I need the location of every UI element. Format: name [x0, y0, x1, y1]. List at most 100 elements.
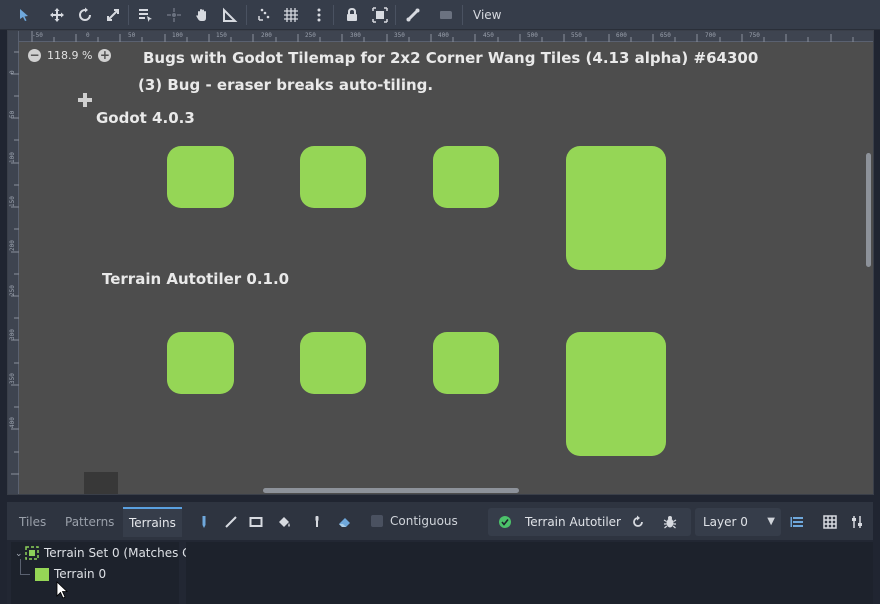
- terrain-autotiler-group: Terrain Autotiler: [488, 508, 691, 536]
- list-select-button[interactable]: [134, 4, 156, 26]
- terrain-tiles-area[interactable]: [186, 542, 873, 604]
- zoom-out-button[interactable]: −: [28, 48, 41, 62]
- pivot-tool-button[interactable]: [163, 4, 185, 26]
- check-circle-icon: [499, 516, 511, 528]
- tilemap-panel: Tiles Patterns Terrains Contiguous Terra…: [7, 502, 873, 604]
- eraser-icon: [339, 518, 350, 527]
- debug-button[interactable]: [660, 512, 680, 532]
- group-button[interactable]: [369, 4, 391, 26]
- ruler-icon: [223, 7, 238, 22]
- terrain-tile[interactable]: [167, 332, 234, 394]
- bone-icon: [406, 8, 420, 22]
- section-label-autotiler: Terrain Autotiler 0.1.0: [102, 270, 290, 288]
- terrain-color-swatch: [35, 568, 49, 581]
- hand-icon: [196, 9, 206, 21]
- ruler-tick-label: 300: [9, 328, 16, 340]
- smart-snap-button[interactable]: [253, 4, 275, 26]
- rotate-tool-button[interactable]: [74, 4, 96, 26]
- pan-tool-button[interactable]: [191, 4, 213, 26]
- terrain-tile-large[interactable]: [566, 146, 666, 270]
- tree-line: [20, 574, 30, 575]
- terrain-tile[interactable]: [433, 146, 499, 208]
- layers-list-icon: [790, 517, 803, 527]
- terrain-tile-large[interactable]: [566, 332, 666, 456]
- grid-toggle-button[interactable]: [820, 512, 840, 532]
- reload-button[interactable]: [628, 512, 648, 532]
- snap-options-button[interactable]: [308, 4, 330, 26]
- toolbar-divider: [333, 5, 334, 25]
- terrain-tile[interactable]: [300, 332, 366, 394]
- move-arrows-icon: [50, 8, 64, 22]
- horizontal-ruler[interactable]: -50 0 50 100 150 200 250 300 350 400 450…: [8, 31, 873, 42]
- terrain-tile[interactable]: [433, 332, 499, 394]
- select-tool-button[interactable]: [13, 4, 35, 26]
- origin-cross-icon: [78, 93, 92, 107]
- view-menu-button[interactable]: View: [467, 4, 507, 26]
- toolbar-divider: [395, 5, 396, 25]
- chevron-down-icon: ▼: [767, 516, 775, 527]
- terrain-tree: ⌄ Terrain Set 0 (Matches C Terrain 0: [11, 542, 191, 604]
- paint-tool-button[interactable]: [194, 512, 214, 532]
- bones-button[interactable]: [402, 4, 424, 26]
- terrain-tile[interactable]: [300, 146, 366, 208]
- ruler-tick-label: 250: [9, 284, 16, 296]
- scale-icon: [107, 9, 119, 21]
- ruler-tick-label: 400: [9, 417, 16, 429]
- zoom-level[interactable]: 118.9 %: [47, 49, 92, 62]
- toolbar-divider: [128, 5, 129, 25]
- tree-line: [20, 559, 21, 575]
- dark-tile: [84, 472, 118, 494]
- reload-icon: [633, 515, 643, 527]
- bucket-icon: [279, 517, 290, 527]
- grid-snap-button[interactable]: [280, 4, 302, 26]
- chevron-down-icon[interactable]: ⌄: [15, 549, 23, 559]
- tile-settings-button[interactable]: [847, 512, 867, 532]
- godot-editor: View -50 0 50 100 150 200 250 300 350 40…: [0, 0, 880, 604]
- canvas-toolbar: View: [0, 0, 880, 30]
- move-tool-button[interactable]: [46, 4, 68, 26]
- tree-item-terrain-set[interactable]: Terrain Set 0 (Matches C: [44, 543, 191, 563]
- ruler-tick-label: 200: [9, 240, 16, 252]
- smart-snap-icon: [258, 8, 270, 21]
- toolbar-divider: [246, 5, 247, 25]
- layer-highlight-button[interactable]: [787, 512, 807, 532]
- horizontal-scrollbar[interactable]: [263, 488, 519, 493]
- vertical-scrollbar[interactable]: [866, 153, 871, 267]
- scale-tool-button[interactable]: [102, 4, 124, 26]
- terrain-set-icon: [25, 546, 39, 560]
- lock-button[interactable]: [341, 4, 363, 26]
- zoom-in-button[interactable]: +: [98, 48, 112, 62]
- layer-select[interactable]: Layer 0 ▼: [695, 508, 781, 536]
- contiguous-checkbox[interactable]: [371, 515, 383, 527]
- vertical-ruler[interactable]: 0 50 100 150 200 250 300 350 400: [8, 31, 19, 494]
- line-tool-button[interactable]: [221, 512, 241, 532]
- rectangle-icon: [249, 517, 263, 527]
- kebab-menu-icon: [317, 8, 321, 22]
- contiguous-label: Contiguous: [390, 514, 458, 528]
- ruler-tick-label: 350: [9, 373, 16, 385]
- rect-tool-button[interactable]: [246, 512, 266, 532]
- eraser-tool-button[interactable]: [335, 512, 355, 532]
- pivot-icon: [167, 8, 181, 22]
- section-label-godot: Godot 4.0.3: [96, 109, 195, 127]
- line-icon: [225, 516, 237, 528]
- rotate-icon: [79, 7, 91, 21]
- ruler-tick-label: 150: [9, 196, 16, 207]
- lock-icon: [347, 7, 357, 21]
- canvas-viewport[interactable]: -50 0 50 100 150 200 250 300 350 400 450…: [7, 30, 874, 495]
- toolbar-divider: [462, 5, 463, 25]
- terrain-tile[interactable]: [167, 146, 234, 208]
- tab-patterns[interactable]: Patterns: [59, 507, 120, 537]
- list-select-icon: [139, 9, 152, 22]
- picker-tool-button[interactable]: [307, 512, 327, 532]
- ruler-ticks-top: [31, 31, 854, 42]
- settings-tune-icon: [852, 516, 862, 528]
- camera-override-button[interactable]: [435, 4, 457, 26]
- pencil-icon: [202, 516, 206, 528]
- bucket-tool-button[interactable]: [274, 512, 294, 532]
- ruler-tick-label: 100: [9, 151, 16, 163]
- tab-terrains[interactable]: Terrains: [123, 507, 182, 537]
- ruler-tool-button[interactable]: [219, 4, 241, 26]
- tab-tiles[interactable]: Tiles: [13, 507, 52, 537]
- eyedropper-icon: [315, 516, 319, 527]
